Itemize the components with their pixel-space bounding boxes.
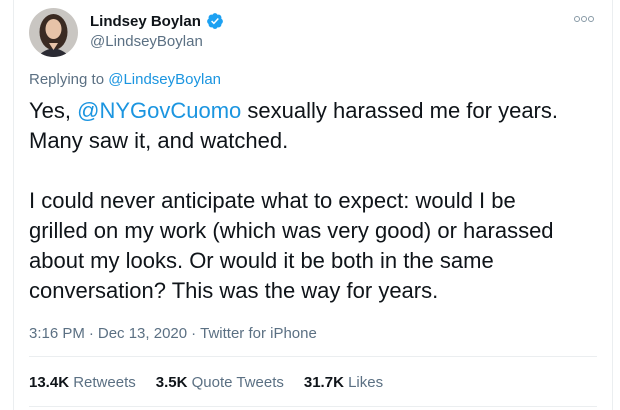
tweet-card: Lindsey Boylan @LindseyBoylan Replying t… [13, 0, 613, 410]
replying-target-link[interactable]: @LindseyBoylan [108, 71, 221, 88]
meta-separator: · [88, 325, 94, 342]
tweet-line1-prefix: Yes, [29, 98, 78, 123]
tweet-time[interactable]: 3:16 PM [29, 325, 85, 342]
author-name-row: Lindsey Boylan [90, 11, 224, 31]
dot-icon [574, 16, 580, 22]
display-name[interactable]: Lindsey Boylan [90, 13, 201, 30]
quote-tweets-stat[interactable]: 3.5K Quote Tweets [156, 374, 284, 391]
tweet-meta: 3:16 PM · Dec 13, 2020 · Twitter for iPh… [29, 325, 317, 342]
likes-stat[interactable]: 31.7K Likes [304, 374, 383, 391]
meta-separator: · [191, 325, 197, 342]
dot-icon [588, 16, 594, 22]
author-handle[interactable]: @LindseyBoylan [90, 33, 203, 50]
likes-count: 31.7K [303, 374, 344, 391]
replying-prefix: Replying to [29, 71, 105, 88]
retweets-stat[interactable]: 13.4K Retweets [29, 374, 136, 391]
quote-tweets-label: Quote Tweets [191, 374, 284, 391]
tweet-text: Yes, @NYGovCuomo sexually harassed me fo… [29, 96, 599, 306]
tweet-line1-suffix: sexually harassed me for years. [241, 98, 558, 123]
replying-to: Replying to @LindseyBoylan [29, 71, 221, 88]
tweet-date[interactable]: Dec 13, 2020 [98, 325, 187, 342]
tweet-stats: 13.4K Retweets 3.5K Quote Tweets 31.7K L… [29, 374, 383, 391]
tweet-line2: Many saw it, and watched. [29, 128, 289, 153]
dot-icon [581, 16, 587, 22]
more-options-icon[interactable] [574, 12, 594, 26]
retweets-count: 13.4K [29, 374, 70, 391]
divider [29, 406, 597, 407]
likes-label: Likes [348, 374, 384, 391]
divider [29, 356, 597, 357]
quote-tweets-count: 3.5K [155, 374, 188, 391]
verified-badge-icon [206, 13, 223, 29]
tweet-paragraph2: I could never anticipate what to expect:… [29, 188, 554, 303]
tweet-source[interactable]: Twitter for iPhone [200, 325, 317, 342]
mention-link[interactable]: @NYGovCuomo [77, 98, 241, 123]
retweets-label: Retweets [73, 374, 136, 391]
avatar[interactable] [29, 8, 78, 57]
